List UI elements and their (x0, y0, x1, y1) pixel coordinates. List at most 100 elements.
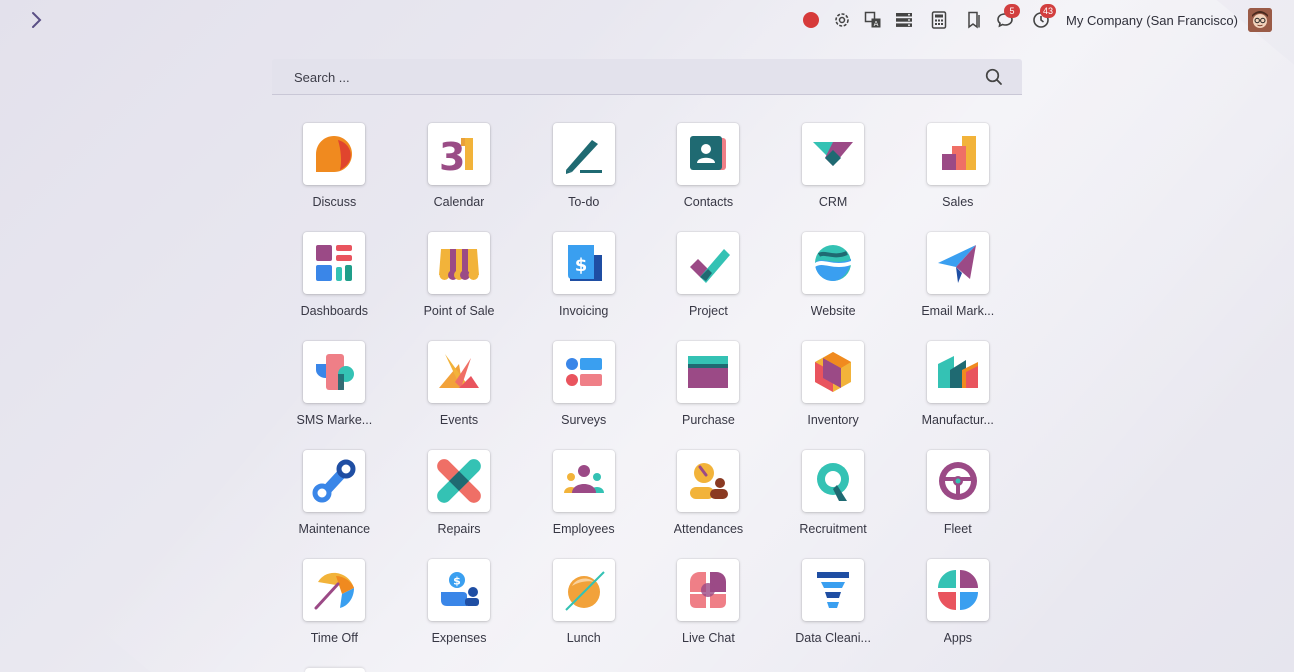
app-label: Sales (942, 195, 974, 209)
app-website[interactable]: Website (771, 232, 896, 341)
app-email-marketing[interactable]: Email Mark... (895, 232, 1020, 341)
company-switcher[interactable]: My Company (San Francisco) (1066, 13, 1238, 28)
chevron-right-icon[interactable] (26, 10, 46, 30)
app-label: To-do (568, 195, 600, 209)
live-chat-icon (677, 559, 740, 621)
calculator-icon[interactable] (928, 9, 950, 31)
time-off-icon (303, 559, 366, 621)
inventory-icon (802, 341, 865, 403)
app-calendar[interactable]: 3 Calendar (397, 123, 522, 232)
app-sms-marketing[interactable]: SMS Marke... (272, 341, 397, 450)
lunch-icon (552, 559, 615, 621)
app-label: Maintenance (298, 522, 371, 536)
app-data-cleaning[interactable]: Data Cleani... (771, 559, 896, 668)
data-cleaning-icon (802, 559, 865, 621)
search-input[interactable] (292, 59, 976, 95)
svg-text:A: A (874, 20, 879, 28)
app-discuss[interactable]: Discuss (272, 123, 397, 232)
app-maintenance[interactable]: Maintenance (272, 450, 397, 559)
app-label: Discuss (312, 195, 357, 209)
app-label: Dashboards (300, 304, 369, 318)
app-label: Expenses (431, 631, 487, 645)
pos-icon (428, 232, 491, 294)
app-time-off[interactable]: Time Off (272, 559, 397, 668)
app-label: SMS Marke... (296, 413, 373, 427)
discuss-icon (303, 123, 366, 185)
app-surveys[interactable]: Surveys (521, 341, 646, 450)
bookmark-icon[interactable] (963, 9, 985, 31)
purchase-icon (677, 341, 740, 403)
contacts-icon (677, 123, 740, 185)
apps-icon (926, 559, 989, 621)
email-marketing-icon (926, 232, 989, 294)
manufacturing-icon (926, 341, 989, 403)
attendances-icon (677, 450, 740, 512)
app-live-chat[interactable]: Live Chat (646, 559, 771, 668)
app-label: CRM (818, 195, 848, 209)
app-label: Data Cleani... (795, 631, 871, 645)
app-invoicing[interactable]: $ Invoicing (521, 232, 646, 341)
app-label: Manufactur... (921, 413, 994, 427)
app-label: Calendar (433, 195, 485, 209)
app-label: Employees (552, 522, 615, 536)
record-icon[interactable] (800, 9, 822, 31)
invoicing-icon: $ (552, 232, 615, 294)
app-contacts[interactable]: Contacts (646, 123, 771, 232)
app-attendances[interactable]: Attendances (646, 450, 771, 559)
app-label: Invoicing (559, 304, 609, 318)
svg-text:$: $ (453, 575, 461, 588)
settings-icon[interactable] (831, 9, 853, 31)
app-fleet[interactable]: Fleet (895, 450, 1020, 559)
surveys-icon (552, 341, 615, 403)
maintenance-icon (303, 450, 366, 512)
app-sales[interactable]: Sales (895, 123, 1020, 232)
app-recruitment[interactable]: Recruitment (771, 450, 896, 559)
debug-icon[interactable] (893, 9, 915, 31)
todo-icon (552, 123, 615, 185)
clock-icon[interactable]: 43 (1030, 4, 1057, 31)
app-label: Recruitment (799, 522, 867, 536)
app-todo[interactable]: To-do (521, 123, 646, 232)
translate-icon[interactable]: A (862, 9, 884, 31)
activities-badge: 43 (1040, 4, 1057, 18)
app-lunch[interactable]: Lunch (521, 559, 646, 668)
sms-marketing-icon (303, 341, 366, 403)
app-expenses[interactable]: $ Expenses (397, 559, 522, 668)
app-label: Purchase (682, 413, 735, 427)
app-events[interactable]: Events (397, 341, 522, 450)
search-bar (272, 59, 1022, 95)
app-manufacturing[interactable]: Manufactur... (895, 341, 1020, 450)
search-icon[interactable] (984, 67, 1004, 87)
app-tile-next-row (305, 668, 365, 672)
app-label: Email Mark... (921, 304, 995, 318)
app-label: Apps (943, 631, 973, 645)
user-avatar[interactable] (1248, 8, 1272, 32)
sales-icon (926, 123, 989, 185)
calendar-icon: 3 (428, 123, 491, 185)
employees-icon (552, 450, 615, 512)
events-icon (428, 341, 491, 403)
app-inventory[interactable]: Inventory (771, 341, 896, 450)
app-label: Website (810, 304, 856, 318)
systray: A 5 43 My Company (San Francisco) (791, 4, 1272, 34)
app-label: Surveys (561, 413, 607, 427)
app-label: Point of Sale (423, 304, 495, 318)
app-label: Live Chat (682, 631, 735, 645)
app-label: Attendances (673, 522, 744, 536)
app-repairs[interactable]: Repairs (397, 450, 522, 559)
app-project[interactable]: Project (646, 232, 771, 341)
chat-icon[interactable]: 5 (994, 4, 1021, 31)
app-crm[interactable]: CRM (771, 123, 896, 232)
website-icon (802, 232, 865, 294)
app-label: Contacts (683, 195, 734, 209)
app-employees[interactable]: Employees (521, 450, 646, 559)
app-label: Project (688, 304, 728, 318)
svg-text:$: $ (574, 255, 587, 276)
app-point-of-sale[interactable]: Point of Sale (397, 232, 522, 341)
top-bar: A 5 43 My Company (San Francisco) (0, 0, 1294, 40)
app-purchase[interactable]: Purchase (646, 341, 771, 450)
app-label: Inventory (807, 413, 859, 427)
app-dashboards[interactable]: Dashboards (272, 232, 397, 341)
fleet-icon (926, 450, 989, 512)
app-apps[interactable]: Apps (895, 559, 1020, 668)
